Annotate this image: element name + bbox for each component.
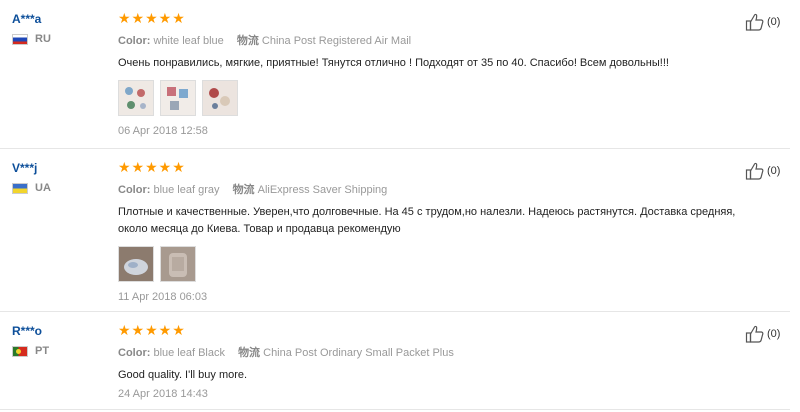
order-attributes: Color: white leaf blue 物流 China Post Reg… (118, 32, 718, 48)
reviewer-info: V***j UA (12, 161, 51, 194)
review-content: ★★★★★ Color: white leaf blue 物流 China Po… (118, 10, 718, 137)
color-label: Color: (118, 184, 151, 196)
portugal-flag-icon (12, 345, 28, 357)
shipping-value: China Post Ordinary Small Packet Plus (263, 347, 454, 359)
review-text: Good quality. I'll buy more. (118, 369, 248, 381)
review-date: 24 Apr 2018 14:43 (118, 388, 208, 400)
russia-flag-icon (12, 33, 28, 45)
review-photo-thumbnail[interactable] (118, 246, 154, 282)
color-value: blue leaf Black (153, 347, 225, 359)
helpful-button[interactable]: (0) (745, 161, 780, 181)
review-text: Плотные и качественные. Уверен,что долго… (118, 206, 736, 235)
country-code: PT (35, 345, 50, 357)
review-date: 06 Apr 2018 12:58 (118, 125, 208, 137)
color-label: Color: (118, 35, 151, 47)
helpful-button[interactable]: (0) (745, 324, 780, 344)
shipping-value: China Post Registered Air Mail (261, 35, 412, 47)
review-content: ★★★★★ Color: blue leaf gray 物流 AliExpres… (118, 159, 735, 303)
thumbs-up-icon (745, 162, 764, 180)
review-photo-thumbnail[interactable] (160, 80, 196, 116)
shipping-label: 物流 (236, 35, 259, 47)
review-item: A***a RU ★★★★★ Color: white leaf blue 物流… (0, 0, 790, 149)
reviewer-country: UA (12, 182, 51, 194)
shipping-label: 物流 (232, 184, 255, 196)
helpful-count: (0) (767, 16, 781, 28)
order-attributes: Color: blue leaf Black 物流 China Post Ord… (118, 344, 718, 360)
color-value: blue leaf gray (153, 184, 220, 196)
review-content: ★★★★★ Color: blue leaf Black 物流 China Po… (118, 322, 718, 400)
thumbs-up-icon (745, 13, 764, 31)
order-attributes: Color: blue leaf gray 物流 AliExpress Save… (118, 181, 718, 197)
review-text: Очень понравились, мягкие, приятные! Тян… (118, 57, 669, 69)
star-rating: ★★★★★ (118, 10, 186, 26)
shipping-label: 物流 (238, 347, 261, 359)
review-photos (118, 246, 718, 282)
review-item: V***j UA ★★★★★ Color: blue leaf gray 物流 … (0, 149, 790, 312)
review-item: R***o PT ★★★★★ Color: blue leaf Black 物流… (0, 312, 790, 410)
country-code: UA (35, 182, 51, 194)
reviewer-country: RU (12, 33, 51, 45)
review-photos (118, 80, 718, 116)
reviewer-info: A***a RU (12, 12, 51, 45)
reviewer-name[interactable]: V***j (12, 161, 51, 175)
color-value: white leaf blue (153, 35, 224, 47)
thumbs-up-icon (745, 325, 764, 343)
reviewer-name[interactable]: A***a (12, 12, 51, 26)
reviewer-name[interactable]: R***o (12, 324, 49, 338)
reviewer-info: R***o PT (12, 324, 49, 357)
ukraine-flag-icon (12, 182, 28, 194)
shipping-value: AliExpress Saver Shipping (257, 184, 388, 196)
review-photo-thumbnail[interactable] (118, 80, 154, 116)
review-photo-thumbnail[interactable] (202, 80, 238, 116)
review-date: 11 Apr 2018 06:03 (118, 291, 208, 303)
review-photo-thumbnail[interactable] (160, 246, 196, 282)
country-code: RU (35, 33, 51, 45)
helpful-count: (0) (767, 328, 781, 340)
color-label: Color: (118, 347, 151, 359)
reviewer-country: PT (12, 345, 49, 357)
star-rating: ★★★★★ (118, 159, 186, 175)
helpful-count: (0) (767, 165, 781, 177)
helpful-button[interactable]: (0) (745, 12, 780, 32)
star-rating: ★★★★★ (118, 322, 186, 338)
